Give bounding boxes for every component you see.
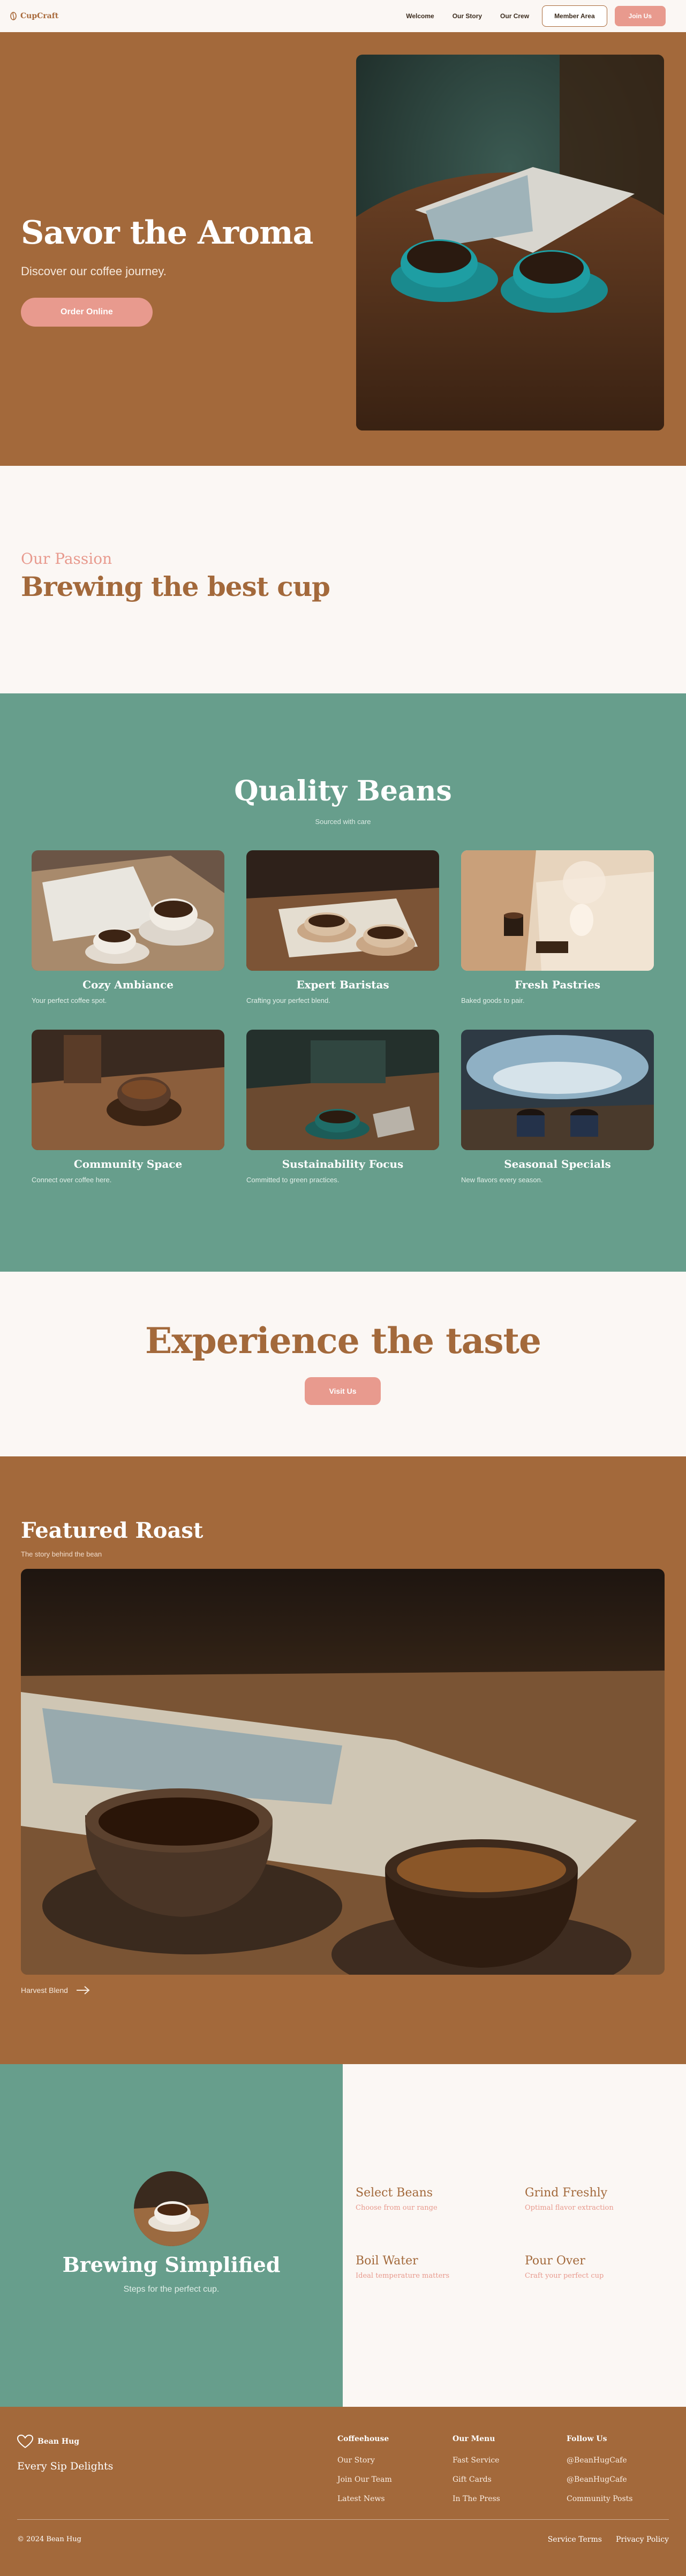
passion-title: Brewing the best cup [21, 571, 330, 602]
footer: Bean Hug Every Sip Delights Coffeehouse … [0, 2407, 686, 2576]
footer-divider [17, 2519, 669, 2520]
footer-link[interactable]: Latest News [337, 2495, 392, 2503]
order-online-button[interactable]: Order Online [21, 298, 153, 327]
brand-logo[interactable]: CupCraft [10, 12, 58, 20]
card-image-sustainability-focus [246, 1030, 439, 1150]
brewing-section: Brewing Simplified Steps for the perfect… [0, 2064, 686, 2407]
top-nav: CupCraft Welcome Our Story Our Crew Memb… [0, 0, 686, 32]
footer-tagline: Every Sip Delights [17, 2460, 114, 2472]
step-item: Pour Over Craft your perfect cup [525, 2254, 604, 2280]
passion-section: Our Passion Brewing the best cup [0, 466, 686, 693]
footer-column-menu: Our Menu Fast Service Gift Cards In The … [453, 2435, 500, 2514]
step-title: Pour Over [525, 2254, 585, 2268]
card-desc: Your perfect coffee spot. [32, 996, 107, 1004]
brewing-avatar-image [134, 2171, 209, 2246]
brewing-steps: Select Beans Choose from our range Grind… [343, 2064, 686, 2407]
footer-link[interactable]: @BeanHugCafe [567, 2475, 632, 2484]
card-title: Seasonal Specials [504, 1158, 611, 1170]
nav-link-our-crew[interactable]: Our Crew [495, 12, 534, 20]
footer-legal-links: Service Terms Privacy Policy [548, 2535, 669, 2544]
hero-image-coffee-cups [356, 55, 664, 430]
heart-icon [17, 2435, 33, 2449]
footer-link[interactable]: Our Story [337, 2456, 392, 2465]
card-desc: New flavors every season. [461, 1176, 543, 1184]
privacy-policy-link[interactable]: Privacy Policy [616, 2535, 669, 2544]
quality-title: Quality Beans [234, 775, 452, 807]
harvest-blend-label: Harvest Blend [21, 1986, 68, 1995]
footer-link[interactable]: Fast Service [453, 2456, 500, 2465]
footer-column-title: Our Menu [453, 2435, 495, 2443]
hero-subtitle: Discover our coffee journey. [21, 265, 167, 278]
feature-card[interactable]: Community Space Connect over coffee here… [32, 1030, 224, 1184]
step-item: Select Beans Choose from our range [356, 2186, 438, 2212]
hero-title: Savor the Aroma [21, 214, 314, 252]
card-title: Expert Baristas [296, 978, 389, 991]
card-title: Fresh Pastries [515, 978, 600, 991]
card-desc: Committed to green practices. [246, 1176, 340, 1184]
brewing-subtitle: Steps for the perfect cup. [123, 2285, 220, 2294]
footer-link[interactable]: Gift Cards [453, 2475, 500, 2484]
hero-text: Savor the Aroma Discover our coffee jour… [21, 214, 314, 327]
step-title: Boil Water [356, 2254, 418, 2268]
service-terms-link[interactable]: Service Terms [548, 2535, 602, 2544]
featured-section: Featured Roast The story behind the bean… [0, 1456, 686, 2064]
footer-column-title: Coffeehouse [337, 2435, 389, 2443]
footer-link[interactable]: @BeanHugCafe [567, 2456, 632, 2465]
footer-link[interactable]: In The Press [453, 2495, 500, 2503]
feature-card[interactable]: Sustainability Focus Committed to green … [246, 1030, 439, 1184]
nav-link-our-story[interactable]: Our Story [447, 12, 487, 20]
brewing-intro: Brewing Simplified Steps for the perfect… [0, 2064, 343, 2407]
step-desc: Ideal temperature matters [356, 2272, 450, 2280]
featured-subtitle: The story behind the bean [21, 1550, 102, 1558]
step-desc: Optimal flavor extraction [525, 2204, 614, 2212]
footer-brand-name: Bean Hug [37, 2437, 80, 2446]
step-desc: Craft your perfect cup [525, 2272, 604, 2280]
passion-eyebrow: Our Passion [21, 550, 112, 568]
step-item: Boil Water Ideal temperature matters [356, 2254, 449, 2280]
card-title: Cozy Ambiance [82, 978, 174, 991]
footer-link[interactable]: Community Posts [567, 2495, 632, 2503]
feature-card[interactable]: Seasonal Specials New flavors every seas… [461, 1030, 654, 1184]
card-image-expert-baristas [246, 850, 439, 971]
experience-title: Experience the taste [145, 1320, 541, 1362]
member-area-button[interactable]: Member Area [542, 5, 607, 27]
feature-card[interactable]: Cozy Ambiance Your perfect coffee spot. [32, 850, 224, 1004]
featured-image-coffee [21, 1569, 665, 1975]
footer-column-coffeehouse: Coffeehouse Our Story Join Our Team Late… [337, 2435, 392, 2514]
quality-section: Quality Beans Sourced with care Cozy Amb… [0, 693, 686, 1272]
card-image-fresh-pastries [461, 850, 654, 971]
footer-column-title: Follow Us [567, 2435, 607, 2443]
footer-brand[interactable]: Bean Hug [17, 2435, 79, 2449]
card-desc: Baked goods to pair. [461, 996, 525, 1004]
feature-card[interactable]: Expert Baristas Crafting your perfect bl… [246, 850, 439, 1004]
step-item: Grind Freshly Optimal flavor extraction [525, 2186, 614, 2212]
card-desc: Crafting your perfect blend. [246, 996, 330, 1004]
brewing-title: Brewing Simplified [62, 2253, 281, 2277]
coffee-bean-icon [10, 12, 17, 20]
nav-link-welcome[interactable]: Welcome [401, 12, 439, 20]
step-title: Grind Freshly [525, 2186, 608, 2200]
visit-us-button[interactable]: Visit Us [305, 1377, 381, 1405]
footer-link[interactable]: Join Our Team [337, 2475, 392, 2484]
card-image-seasonal-specials [461, 1030, 654, 1150]
card-image-cozy-ambiance [32, 850, 224, 971]
footer-copyright: © 2024 Bean Hug [17, 2535, 81, 2543]
join-us-button[interactable]: Join Us [614, 6, 666, 26]
step-title: Select Beans [356, 2186, 433, 2200]
footer-column-follow: Follow Us @BeanHugCafe @BeanHugCafe Comm… [567, 2435, 632, 2514]
hero-section: Savor the Aroma Discover our coffee jour… [0, 32, 686, 466]
harvest-blend-link[interactable]: Harvest Blend [21, 1985, 91, 1995]
quality-subtitle: Sourced with care [315, 818, 371, 826]
nav-links: Welcome Our Story Our Crew Member Area J… [401, 5, 666, 27]
arrow-right-icon [76, 1985, 91, 1995]
card-image-community-space [32, 1030, 224, 1150]
featured-title: Featured Roast [21, 1518, 203, 1543]
experience-section: Experience the taste Visit Us [0, 1272, 686, 1456]
brand-name: CupCraft [20, 12, 59, 20]
card-title: Community Space [73, 1158, 183, 1170]
feature-card[interactable]: Fresh Pastries Baked goods to pair. [461, 850, 654, 1004]
card-title: Sustainability Focus [282, 1158, 404, 1170]
card-desc: Connect over coffee here. [32, 1176, 112, 1184]
step-desc: Choose from our range [356, 2204, 438, 2212]
